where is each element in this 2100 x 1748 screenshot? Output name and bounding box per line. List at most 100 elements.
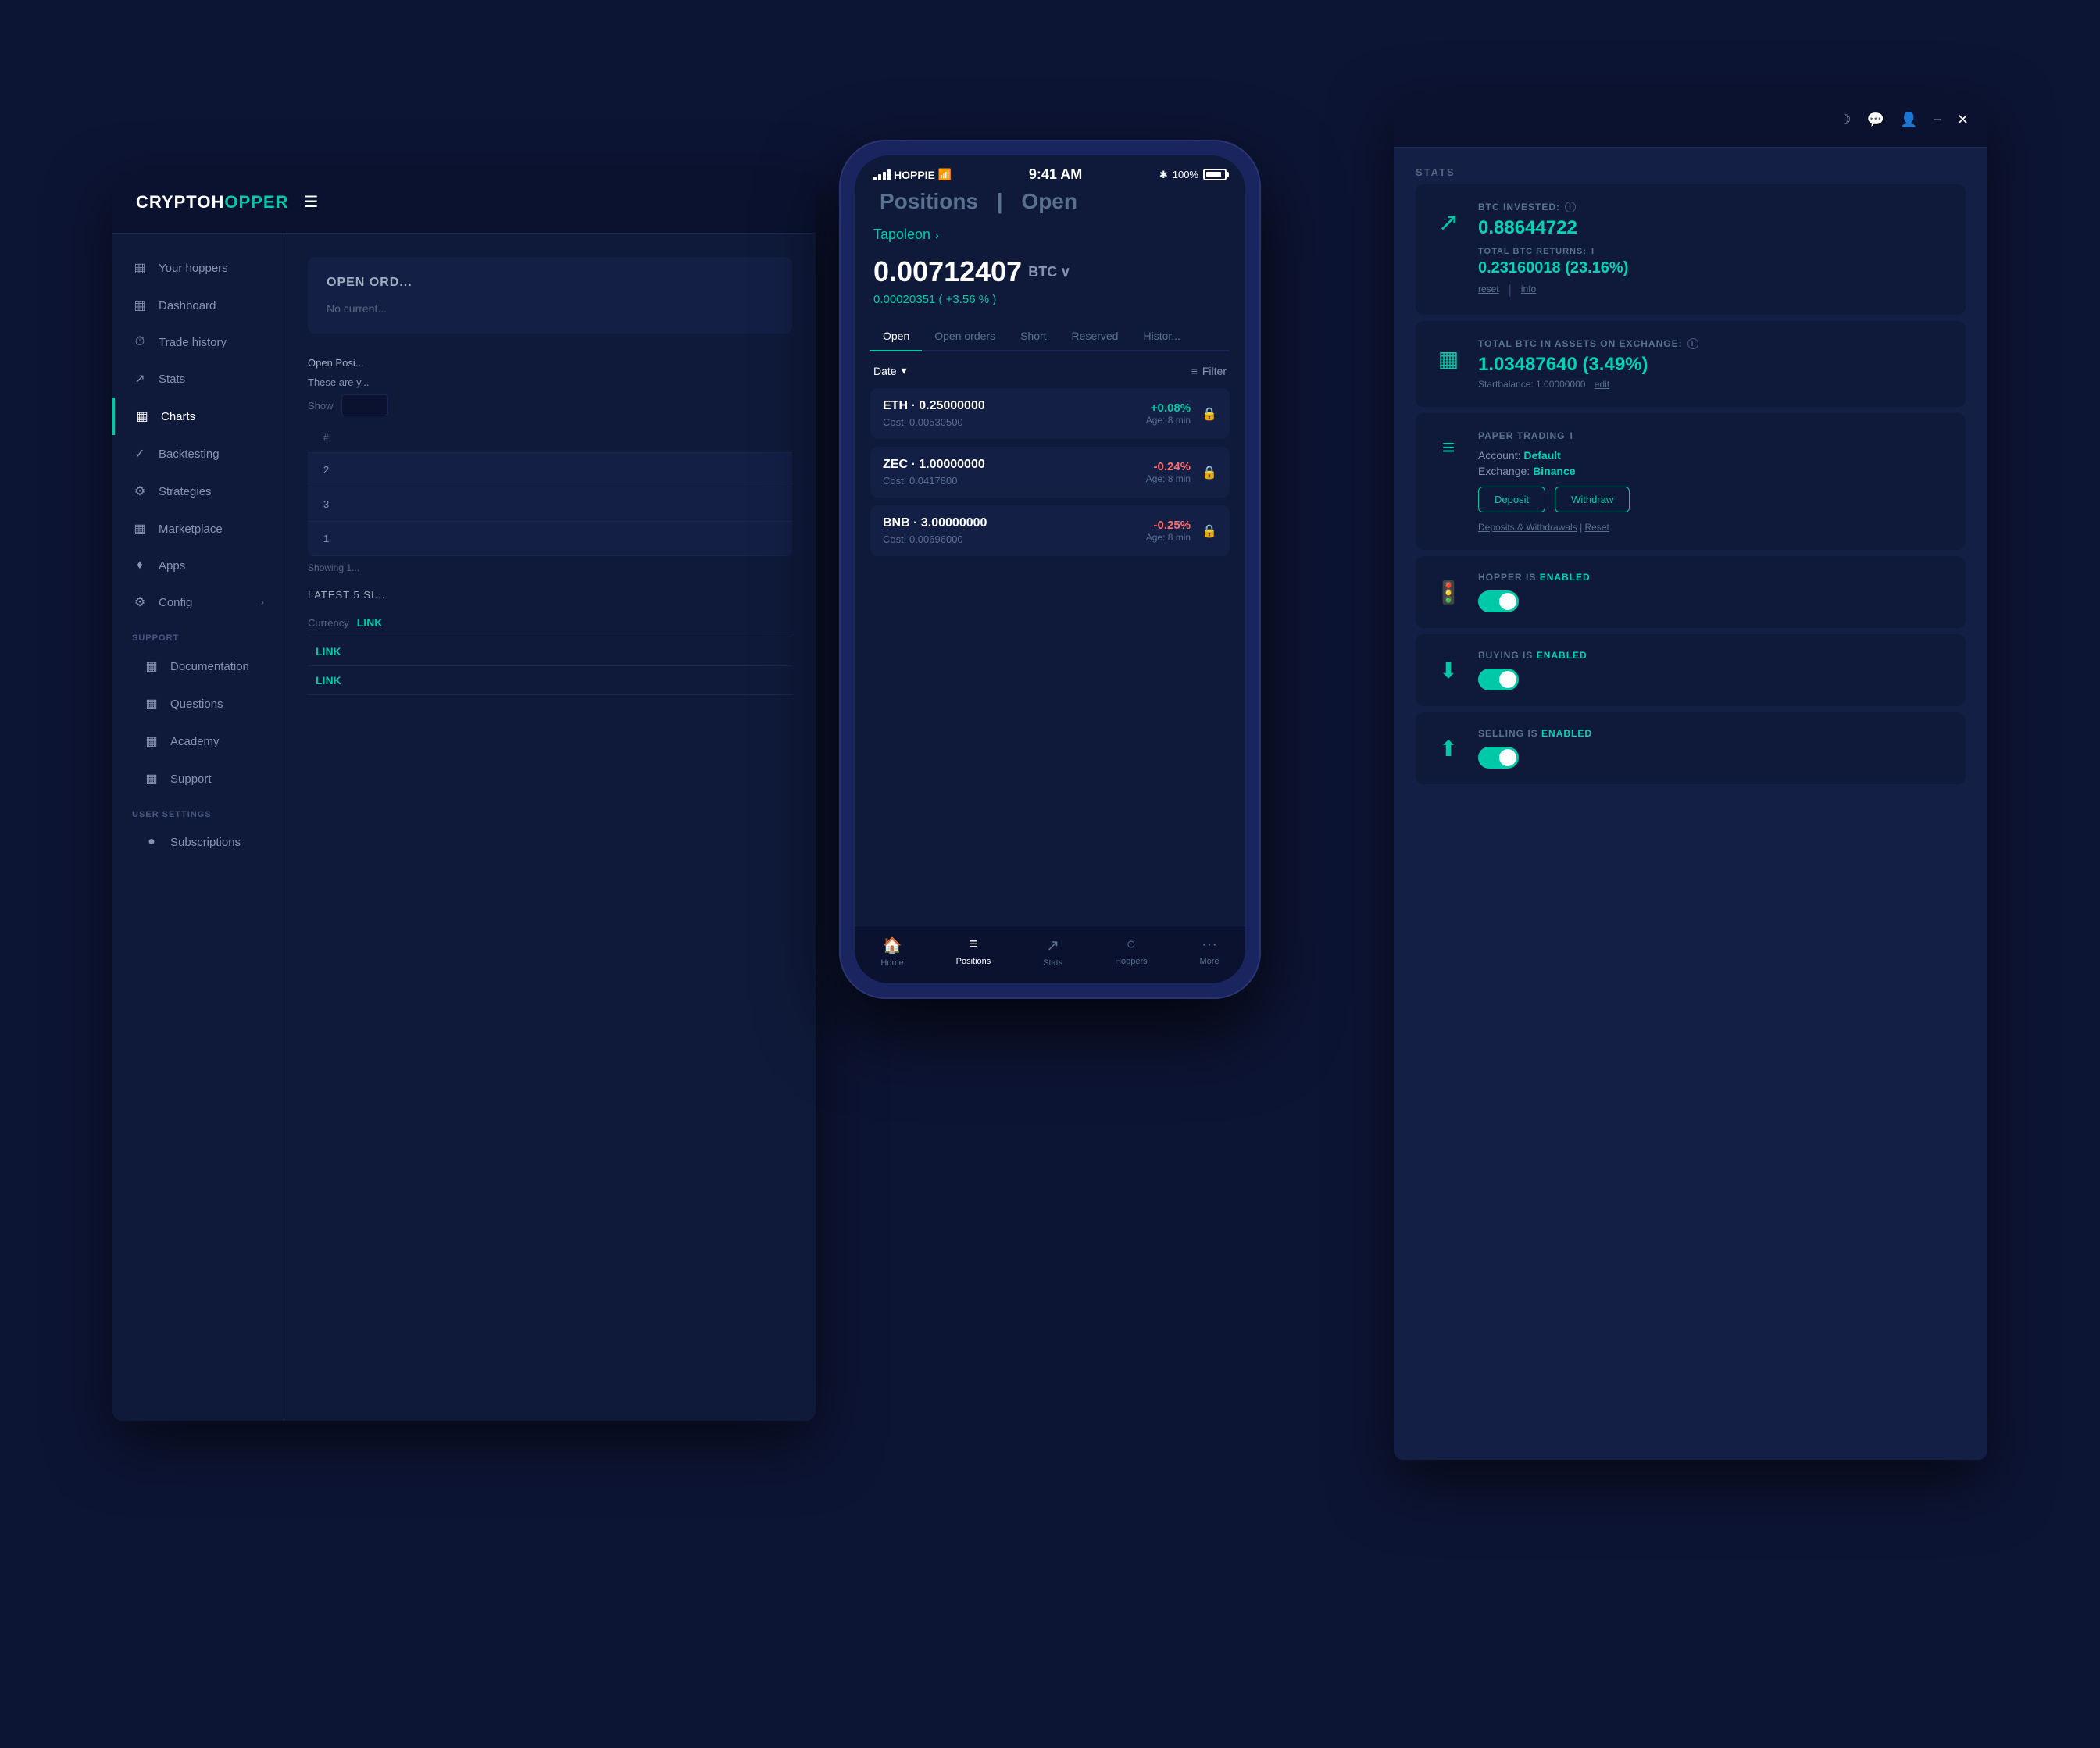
currency-item-3: LINK [308,666,792,695]
battery-indicator [1203,169,1227,180]
paper-reset-link[interactable]: Reset [1585,522,1609,533]
reset-link[interactable]: reset [1478,284,1499,298]
stats-nav-label: Stats [1043,958,1062,968]
stats-title: STATS [1394,148,1988,184]
table-row: 1 [308,522,792,556]
these-are-text: These are y... [308,376,792,388]
hopper-chevron: › [935,229,939,241]
show-label: Show [308,400,334,412]
withdraw-button[interactable]: Withdraw [1555,487,1630,512]
nav-home[interactable]: 🏠 Home [880,936,903,968]
phone-time: 9:41 AM [1029,166,1082,183]
sidebar-item-stats[interactable]: ↗ Stats [112,360,284,398]
sidebar-item-backtesting[interactable]: ✓ Backtesting [112,435,284,473]
sidebar-item-your-hoppers[interactable]: ▦ Your hoppers [112,249,284,287]
filter-button[interactable]: ≡ Filter [1191,365,1227,377]
currency-link-2[interactable]: LINK [316,645,341,658]
sidebar-item-apps[interactable]: ♦ Apps [112,548,284,583]
buying-status-label: BUYING IS ENABLED [1478,650,1950,661]
exchange-icon: ▦ [1431,341,1466,376]
selling-toggle[interactable] [1478,747,1519,769]
hopper-name[interactable]: Tapoleon › [870,227,1230,243]
btc-invested-value: 0.88644722 [1478,217,1950,239]
tab-open-orders[interactable]: Open orders [922,322,1008,350]
total-returns-info-icon[interactable]: i [1591,247,1595,256]
info-link[interactable]: info [1521,284,1536,298]
nav-stats[interactable]: ↗ Stats [1043,936,1062,968]
currency-link-3[interactable]: LINK [316,674,341,687]
home-label: Home [880,958,903,968]
header-icon-chat[interactable]: 💬 [1867,112,1884,128]
tab-reserved[interactable]: Reserved [1059,322,1131,350]
btc-currency: BTC ∨ [1028,264,1070,280]
pos-bnb-cost: Cost: 0.00696000 [883,533,1146,545]
total-btc-card: ▦ TOTAL BTC IN ASSETS ON EXCHANGE: i 1.0… [1416,321,1966,407]
sidebar-item-dashboard[interactable]: ▦ Dashboard [112,287,284,324]
paper-trading-info-icon[interactable]: i [1570,430,1573,441]
sidebar-item-charts[interactable]: ▦ Charts [112,398,284,435]
hamburger-menu[interactable]: ☰ [304,192,318,212]
signal-bar-3 [883,172,886,180]
position-zec[interactable]: ZEC · 1.00000000 Cost: 0.0417800 -0.24% [870,447,1230,498]
pos-eth-pct: +0.08% [1146,401,1191,415]
col-empty [550,432,777,443]
show-input[interactable] [341,394,388,416]
sidebar-item-academy[interactable]: ▦ Academy [112,722,284,760]
upload-icon: ⬆ [1431,731,1466,765]
deposit-button[interactable]: Deposit [1478,487,1545,512]
phone-status-bar: HOPPIE 📶 9:41 AM ✱ 100% [855,155,1245,189]
tab-open[interactable]: Open [870,322,922,350]
sidebar-item-strategies[interactable]: ⚙ Strategies [112,473,284,510]
deposits-withdrawals-link[interactable]: Deposits & Withdrawals [1478,522,1577,533]
sidebar-item-support[interactable]: ▦ Support [112,760,284,797]
total-btc-info-icon[interactable]: i [1688,338,1698,349]
dashboard-icon: ▦ [132,298,148,313]
tab-short[interactable]: Short [1008,322,1059,350]
table-row: 2 [308,453,792,487]
pos-bnb-left: BNB · 3.00000000 Cost: 0.00696000 [883,516,1146,545]
position-bnb[interactable]: BNB · 3.00000000 Cost: 0.00696000 -0.25% [870,505,1230,556]
open-orders-title: OPEN ORD... [327,276,773,290]
pos-bnb-right: -0.25% Age: 8 min 🔒 [1146,519,1217,543]
user-section-label: USER SETTINGS [112,797,284,824]
nav-hoppers[interactable]: ○ Hoppers [1115,936,1148,968]
your-hoppers-icon: ▦ [132,260,148,276]
nav-more[interactable]: ··· More [1200,936,1220,968]
positions-label: Positions [956,957,991,966]
total-btc-value: 1.03487640 (3.49%) [1478,354,1950,376]
wifi-icon: 📶 [938,168,952,181]
header-icon-user[interactable]: 👤 [1900,112,1917,128]
sidebar-item-marketplace[interactable]: ▦ Marketplace [112,510,284,548]
pos-bnb-age: Age: 8 min [1146,532,1191,543]
filter-icon: ≡ [1191,365,1198,377]
minimize-button[interactable]: − [1933,112,1941,128]
sidebar-item-trade-history[interactable]: ⏱ Trade history [112,324,284,360]
position-eth[interactable]: ETH · 0.25000000 Cost: 0.00530500 +0.08% [870,388,1230,439]
sidebar-item-subscriptions[interactable]: ● Subscriptions [112,824,284,860]
total-btc-returns-label: TOTAL BTC RETURNS: i [1478,247,1950,256]
close-button[interactable]: ✕ [1957,112,1969,128]
sidebar-item-questions[interactable]: ▦ Questions [112,685,284,722]
sidebar-item-documentation[interactable]: ▦ Documentation [112,647,284,685]
currency-link-1[interactable]: LINK [357,616,383,629]
header-icon-moon[interactable]: ☽ [1838,112,1851,128]
btc-invested-info-icon[interactable]: i [1565,202,1576,212]
backtesting-icon: ✓ [132,446,148,462]
pos-zec-cost: Cost: 0.0417800 [883,475,1146,487]
edit-link[interactable]: edit [1595,379,1609,390]
pos-eth-lock: 🔒 [1202,406,1217,422]
hopper-toggle[interactable] [1478,590,1519,612]
pos-zec-right: -0.24% Age: 8 min 🔒 [1146,460,1217,484]
currency-dropdown-icon[interactable]: ∨ [1060,264,1070,280]
phone-screen: HOPPIE 📶 9:41 AM ✱ 100% Posi [855,155,1245,983]
tab-history[interactable]: Histor... [1130,322,1192,350]
buying-toggle[interactable] [1478,669,1519,690]
sidebar-item-config[interactable]: ⚙ Config › [112,583,284,621]
pos-bnb-coin: BNB · 3.00000000 [883,516,1146,530]
table-row: 3 [308,487,792,522]
currency-item-1: Currency LINK [308,608,792,637]
nav-positions[interactable]: ≡ Positions [956,936,991,968]
btc-invested-links: reset | info [1478,284,1950,298]
sidebar: ▦ Your hoppers ▦ Dashboard ⏱ Trade histo… [112,234,284,1421]
date-filter[interactable]: Date ▾ [873,364,907,377]
